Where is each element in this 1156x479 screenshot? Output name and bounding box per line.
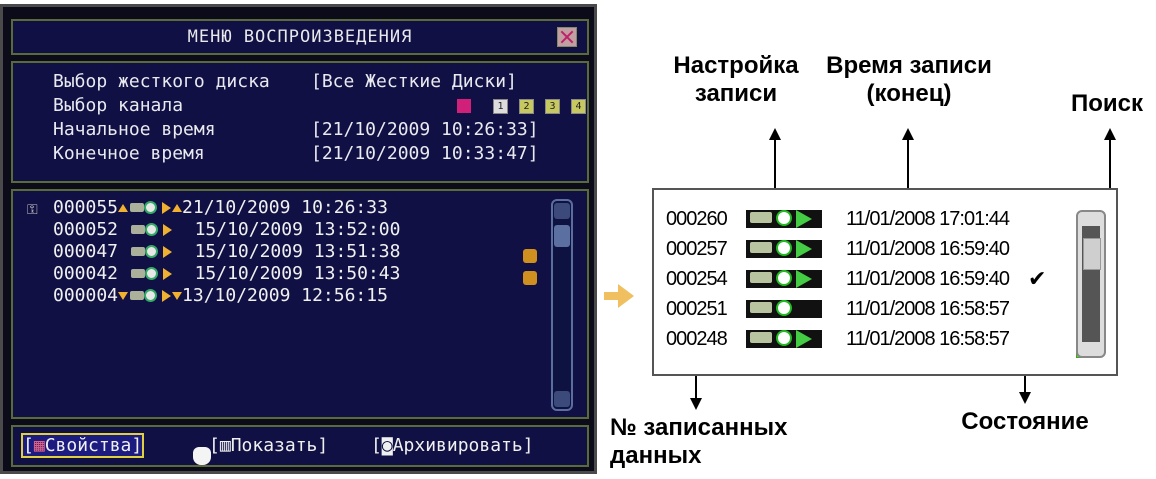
record-id: 000004	[53, 285, 119, 306]
record-icons	[736, 298, 828, 320]
list-item: 000257	[666, 238, 728, 261]
show-icon: ▥	[219, 435, 231, 456]
record-datetime: 11/01/2008 16:59:40	[846, 268, 1010, 290]
status-icon	[523, 249, 537, 263]
record-datetime: 11/01/2008 16:58:57	[846, 298, 1010, 320]
record-icons	[129, 223, 173, 237]
start-time-label: Начальное время	[53, 119, 216, 140]
list-item[interactable]: 000042 15/10/2009 13:50:43	[53, 263, 400, 284]
arrow-down-icon	[690, 398, 702, 410]
record-datetime: 11/01/2008 16:58:57	[846, 328, 1010, 350]
title-bar: МЕНЮ ВОСПРОИЗВЕДЕНИЯ	[11, 19, 589, 55]
list-item[interactable]: 000052 15/10/2009 13:52:00	[53, 219, 400, 240]
label-search: Поиск	[1070, 90, 1144, 117]
properties-label: Свойства	[44, 435, 132, 456]
all-channels-icon[interactable]	[457, 99, 471, 113]
list-item: 000260	[666, 208, 728, 231]
record-id: 000248	[666, 328, 728, 350]
record-datetime: 15/10/2009 13:52:00	[194, 219, 401, 240]
record-id: 000260	[666, 208, 728, 230]
label-status: Состояние	[961, 408, 1089, 435]
record-id: 000251	[666, 298, 728, 320]
key-icon: ⚿	[27, 201, 38, 217]
record-datetime: 11/01/2008 16:59:40	[846, 238, 1010, 260]
record-datetime: 13/10/2009 12:56:15	[182, 285, 388, 306]
playback-menu-window: МЕНЮ ВОСПРОИЗВЕДЕНИЯ Выбор жесткого диск…	[0, 4, 597, 474]
hdd-select-label: Выбор жесткого диска	[53, 71, 270, 92]
show-label: Показать	[230, 435, 318, 456]
record-id: 000047	[53, 241, 119, 262]
bottom-bar: [▦Свойства] [▥Показать] [◙Архивировать]	[11, 425, 589, 467]
arrow-head-icon	[618, 284, 634, 308]
triangle-down-icon	[172, 292, 183, 300]
triangle-up-icon	[172, 204, 183, 212]
triangle-up-icon	[118, 204, 129, 212]
record-icons	[128, 289, 172, 303]
show-button[interactable]: [▥Показать]	[209, 435, 328, 456]
record-datetime: 21/10/2009 10:26:33	[182, 197, 388, 218]
start-time-value[interactable]: [21/10/2009 10:26:33]	[311, 119, 539, 140]
pointer-line	[774, 138, 776, 190]
list-item: 000254	[666, 268, 728, 291]
label-line: (конец)	[866, 80, 952, 107]
list-item[interactable]: 000004 13/10/2009 12:56:15	[53, 285, 388, 306]
check-mark-icon: ✔	[1028, 266, 1047, 291]
label-record-number: № записанных данных	[610, 414, 830, 470]
record-icons	[736, 268, 828, 290]
grid-icon: ▦	[33, 435, 45, 456]
channel-1-box[interactable]: 1	[493, 99, 508, 114]
record-id: 000052	[53, 219, 119, 240]
record-icons	[128, 201, 172, 215]
label-line: № записанных	[610, 414, 788, 441]
scrollbar[interactable]	[551, 199, 573, 411]
scroll-thumb[interactable]	[554, 225, 570, 247]
arrow-down-icon	[1019, 392, 1031, 404]
end-time-value[interactable]: [21/10/2009 10:33:47]	[311, 143, 539, 164]
window-title: МЕНЮ ВОСПРОИЗВЕДЕНИЯ	[187, 27, 413, 47]
channel-2-box[interactable]: 2	[519, 99, 534, 114]
list-item: 000251	[666, 298, 728, 321]
list-item[interactable]: 000047 15/10/2009 13:51:38	[53, 241, 400, 262]
channel-3-box[interactable]: 3	[545, 99, 560, 114]
archive-button[interactable]: [◙Архивировать]	[371, 435, 534, 456]
status-icon	[523, 271, 537, 285]
record-icons	[736, 238, 828, 260]
label-line: Время записи	[826, 52, 992, 79]
record-icons	[129, 245, 173, 259]
scroll-down-icon[interactable]	[554, 391, 570, 407]
label-line: записи	[694, 80, 778, 107]
settings-panel: Выбор жесткого диска [Все Жесткие Диски]…	[11, 61, 589, 183]
record-id: 000042	[53, 263, 119, 284]
record-datetime: 11/01/2008 17:01:44	[846, 208, 1010, 230]
record-list: ⚿ 000055 21/10/2009 10:26:33 000052 15/10…	[11, 189, 589, 419]
channel-4-box[interactable]: 4	[571, 99, 586, 114]
archive-label: Архивировать	[392, 435, 523, 456]
channel-select-label: Выбор канала	[53, 95, 184, 116]
label-line: Настройка	[673, 52, 799, 79]
label-record-time: Время записи (конец)	[818, 52, 1000, 108]
close-icon[interactable]	[557, 27, 577, 47]
label-record-settings: Настройка записи	[650, 52, 822, 108]
scrollbar[interactable]	[1076, 210, 1106, 358]
record-id: 000254	[666, 268, 728, 290]
scroll-thumb[interactable]	[1083, 238, 1101, 270]
record-dot-icon: ◙	[381, 435, 393, 456]
list-item[interactable]: 000055 21/10/2009 10:26:33	[53, 197, 388, 218]
list-item: 000248	[666, 328, 728, 351]
zoomed-record-list: 000260 11/01/2008 17:01:44 000257 11/01/…	[652, 188, 1118, 376]
record-icons	[129, 267, 173, 281]
record-id: 000055	[53, 197, 119, 218]
record-datetime: 15/10/2009 13:51:38	[194, 241, 401, 262]
pointer-line	[907, 138, 909, 190]
record-icons	[736, 208, 828, 230]
record-icons	[736, 328, 828, 350]
record-id: 000257	[666, 238, 728, 260]
record-datetime: 15/10/2009 13:50:43	[194, 263, 401, 284]
triangle-down-icon	[118, 292, 129, 300]
end-time-label: Конечное время	[53, 143, 205, 164]
label-line: данных	[610, 442, 702, 469]
hdd-select-value[interactable]: [Все Жесткие Диски]	[311, 71, 517, 92]
properties-button[interactable]: [▦Свойства]	[20, 433, 145, 458]
scroll-up-icon[interactable]	[554, 203, 570, 219]
